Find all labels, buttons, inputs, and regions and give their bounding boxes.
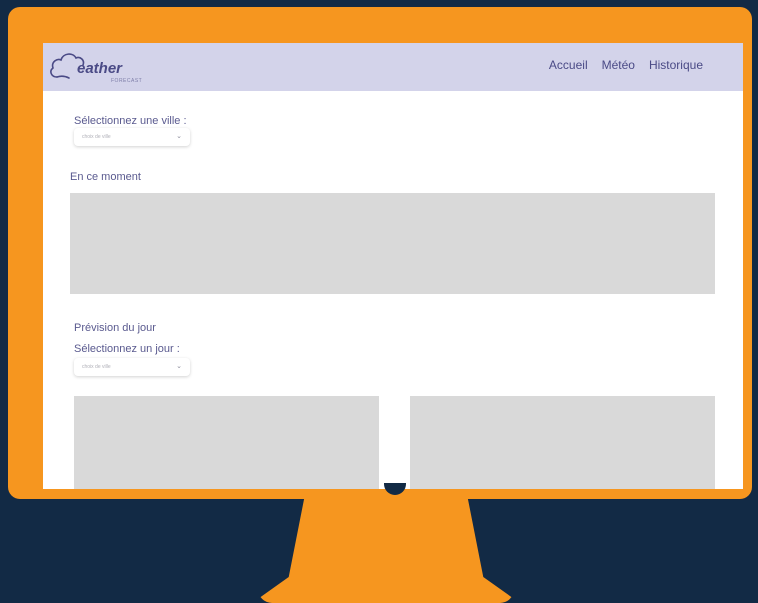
navbar: eather FORECAST Accueil Météo Historique [43, 43, 743, 91]
logo-subtitle: FORECAST [111, 78, 143, 84]
logo-text: eather [77, 60, 123, 77]
city-select-label: Sélectionnez une ville : [74, 115, 187, 127]
monitor-stand [258, 499, 514, 603]
monitor-notch [384, 483, 406, 495]
forecast-panel-right [410, 396, 715, 489]
day-select[interactable]: choix de ville ⌄ [74, 358, 190, 376]
day-select-placeholder: choix de ville [82, 364, 111, 370]
day-select-label: Sélectionnez un jour : [74, 343, 180, 355]
current-weather-panel [70, 193, 715, 294]
chevron-down-icon: ⌄ [176, 363, 182, 370]
now-heading: En ce moment [70, 171, 141, 183]
city-select[interactable]: choix de ville ⌄ [74, 128, 190, 146]
forecast-panel-left [74, 396, 379, 489]
forecast-heading: Prévision du jour [74, 322, 156, 334]
nav-accueil[interactable]: Accueil [549, 58, 588, 72]
nav-historique[interactable]: Historique [649, 58, 703, 72]
logo[interactable]: eather FORECAST [49, 47, 143, 87]
nav-meteo[interactable]: Météo [602, 58, 635, 72]
website-screen: eather FORECAST Accueil Météo Historique… [43, 43, 743, 489]
city-select-placeholder: choix de ville [82, 134, 111, 140]
chevron-down-icon: ⌄ [176, 133, 182, 140]
monitor-frame: eather FORECAST Accueil Météo Historique… [8, 7, 752, 499]
nav-links: Accueil Météo Historique [549, 58, 703, 72]
